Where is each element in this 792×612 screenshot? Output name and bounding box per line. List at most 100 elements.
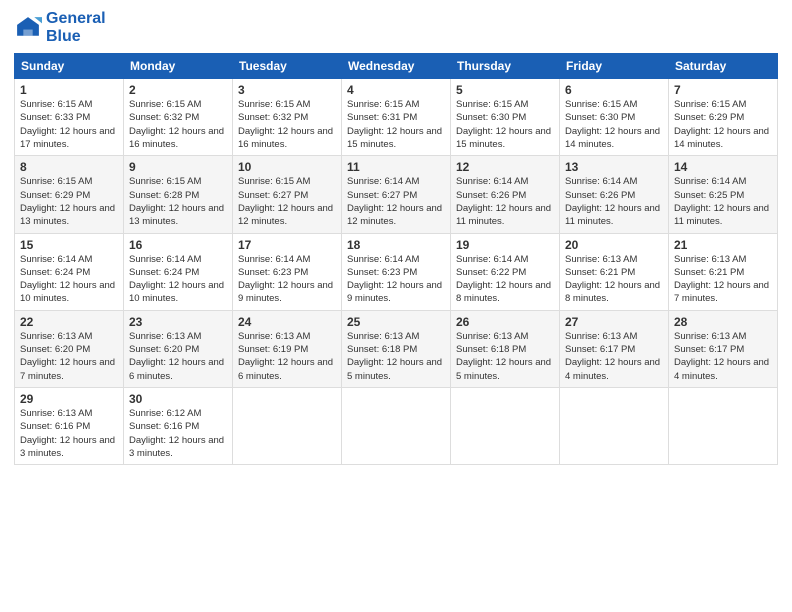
sunrise-label: Sunrise: bbox=[456, 176, 494, 187]
day-number: 1 bbox=[20, 83, 118, 97]
sunset-label: Sunset: bbox=[20, 112, 55, 123]
sunrise-label: Sunrise: bbox=[238, 254, 276, 265]
sunrise-time: 6:14 AM bbox=[385, 254, 420, 265]
calendar-week-row: 29 Sunrise: 6:13 AM Sunset: 6:16 PM Dayl… bbox=[15, 387, 778, 464]
sunrise-label: Sunrise: bbox=[565, 254, 603, 265]
day-number: 3 bbox=[238, 83, 336, 97]
sunrise-label: Sunrise: bbox=[20, 331, 58, 342]
calendar-cell: 8 Sunrise: 6:15 AM Sunset: 6:29 PM Dayli… bbox=[15, 156, 124, 233]
daylight-label: Daylight: bbox=[565, 357, 605, 368]
sunrise-time: 6:15 AM bbox=[58, 99, 93, 110]
weekday-header: Thursday bbox=[451, 54, 560, 79]
calendar-cell: 5 Sunrise: 6:15 AM Sunset: 6:30 PM Dayli… bbox=[451, 79, 560, 156]
day-number: 26 bbox=[456, 315, 554, 329]
sunrise-label: Sunrise: bbox=[347, 99, 385, 110]
calendar-cell bbox=[342, 387, 451, 464]
sunrise-label: Sunrise: bbox=[129, 99, 167, 110]
sunset-label: Sunset: bbox=[20, 344, 55, 355]
logo: General Blue bbox=[14, 10, 106, 45]
header: General Blue bbox=[14, 10, 778, 45]
calendar-cell: 9 Sunrise: 6:15 AM Sunset: 6:28 PM Dayli… bbox=[124, 156, 233, 233]
sunset-label: Sunset: bbox=[238, 267, 273, 278]
sunset-time: 6:29 PM bbox=[709, 112, 744, 123]
sunset-time: 6:18 PM bbox=[382, 344, 417, 355]
weekday-header: Friday bbox=[560, 54, 669, 79]
sunrise-time: 6:15 AM bbox=[385, 99, 420, 110]
day-info: Sunrise: 6:15 AM Sunset: 6:27 PM Dayligh… bbox=[238, 175, 336, 228]
day-info: Sunrise: 6:14 AM Sunset: 6:23 PM Dayligh… bbox=[238, 253, 336, 306]
daylight-label: Daylight: bbox=[674, 280, 714, 291]
sunrise-time: 6:14 AM bbox=[712, 176, 747, 187]
sunrise-time: 6:14 AM bbox=[276, 254, 311, 265]
day-number: 20 bbox=[565, 238, 663, 252]
daylight-label: Daylight: bbox=[238, 357, 278, 368]
sunrise-time: 6:13 AM bbox=[58, 408, 93, 419]
sunrise-label: Sunrise: bbox=[674, 254, 712, 265]
daylight-label: Daylight: bbox=[20, 280, 60, 291]
sunrise-time: 6:14 AM bbox=[167, 254, 202, 265]
day-info: Sunrise: 6:14 AM Sunset: 6:23 PM Dayligh… bbox=[347, 253, 445, 306]
sunset-time: 6:17 PM bbox=[600, 344, 635, 355]
sunset-time: 6:31 PM bbox=[382, 112, 417, 123]
calendar-cell: 11 Sunrise: 6:14 AM Sunset: 6:27 PM Dayl… bbox=[342, 156, 451, 233]
sunrise-time: 6:13 AM bbox=[276, 331, 311, 342]
sunrise-label: Sunrise: bbox=[674, 99, 712, 110]
sunset-label: Sunset: bbox=[565, 190, 600, 201]
daylight-label: Daylight: bbox=[129, 280, 169, 291]
day-info: Sunrise: 6:15 AM Sunset: 6:32 PM Dayligh… bbox=[129, 98, 227, 151]
daylight-label: Daylight: bbox=[238, 203, 278, 214]
daylight-label: Daylight: bbox=[347, 126, 387, 137]
day-info: Sunrise: 6:13 AM Sunset: 6:16 PM Dayligh… bbox=[20, 407, 118, 460]
sunrise-label: Sunrise: bbox=[238, 99, 276, 110]
calendar-cell: 21 Sunrise: 6:13 AM Sunset: 6:21 PM Dayl… bbox=[669, 233, 778, 310]
sunset-time: 6:24 PM bbox=[55, 267, 90, 278]
weekday-header: Tuesday bbox=[233, 54, 342, 79]
sunrise-label: Sunrise: bbox=[129, 254, 167, 265]
sunrise-label: Sunrise: bbox=[347, 331, 385, 342]
sunset-label: Sunset: bbox=[456, 190, 491, 201]
weekday-header: Monday bbox=[124, 54, 233, 79]
sunset-label: Sunset: bbox=[20, 267, 55, 278]
day-info: Sunrise: 6:15 AM Sunset: 6:28 PM Dayligh… bbox=[129, 175, 227, 228]
day-info: Sunrise: 6:14 AM Sunset: 6:22 PM Dayligh… bbox=[456, 253, 554, 306]
sunrise-time: 6:14 AM bbox=[58, 254, 93, 265]
sunrise-time: 6:15 AM bbox=[276, 99, 311, 110]
daylight-label: Daylight: bbox=[456, 357, 496, 368]
sunrise-label: Sunrise: bbox=[674, 176, 712, 187]
sunrise-time: 6:13 AM bbox=[385, 331, 420, 342]
day-number: 24 bbox=[238, 315, 336, 329]
sunset-label: Sunset: bbox=[347, 344, 382, 355]
sunrise-label: Sunrise: bbox=[456, 254, 494, 265]
daylight-label: Daylight: bbox=[347, 357, 387, 368]
sunrise-label: Sunrise: bbox=[20, 176, 58, 187]
sunset-time: 6:22 PM bbox=[491, 267, 526, 278]
sunrise-label: Sunrise: bbox=[347, 254, 385, 265]
sunset-time: 6:33 PM bbox=[55, 112, 90, 123]
sunset-time: 6:20 PM bbox=[164, 344, 199, 355]
sunset-time: 6:16 PM bbox=[55, 421, 90, 432]
daylight-label: Daylight: bbox=[129, 203, 169, 214]
calendar-cell: 4 Sunrise: 6:15 AM Sunset: 6:31 PM Dayli… bbox=[342, 79, 451, 156]
sunset-label: Sunset: bbox=[565, 344, 600, 355]
day-info: Sunrise: 6:15 AM Sunset: 6:33 PM Dayligh… bbox=[20, 98, 118, 151]
sunset-time: 6:26 PM bbox=[491, 190, 526, 201]
calendar-cell bbox=[233, 387, 342, 464]
sunset-label: Sunset: bbox=[347, 190, 382, 201]
daylight-label: Daylight: bbox=[565, 203, 605, 214]
day-number: 16 bbox=[129, 238, 227, 252]
sunset-time: 6:30 PM bbox=[600, 112, 635, 123]
sunrise-time: 6:15 AM bbox=[494, 99, 529, 110]
calendar-week-row: 8 Sunrise: 6:15 AM Sunset: 6:29 PM Dayli… bbox=[15, 156, 778, 233]
day-info: Sunrise: 6:14 AM Sunset: 6:25 PM Dayligh… bbox=[674, 175, 772, 228]
daylight-label: Daylight: bbox=[238, 280, 278, 291]
daylight-label: Daylight: bbox=[20, 126, 60, 137]
sunrise-time: 6:15 AM bbox=[603, 99, 638, 110]
sunset-time: 6:17 PM bbox=[709, 344, 744, 355]
sunrise-time: 6:15 AM bbox=[58, 176, 93, 187]
sunrise-time: 6:13 AM bbox=[58, 331, 93, 342]
sunrise-time: 6:13 AM bbox=[712, 331, 747, 342]
sunrise-time: 6:13 AM bbox=[603, 331, 638, 342]
day-number: 14 bbox=[674, 160, 772, 174]
day-info: Sunrise: 6:13 AM Sunset: 6:21 PM Dayligh… bbox=[565, 253, 663, 306]
daylight-label: Daylight: bbox=[674, 203, 714, 214]
